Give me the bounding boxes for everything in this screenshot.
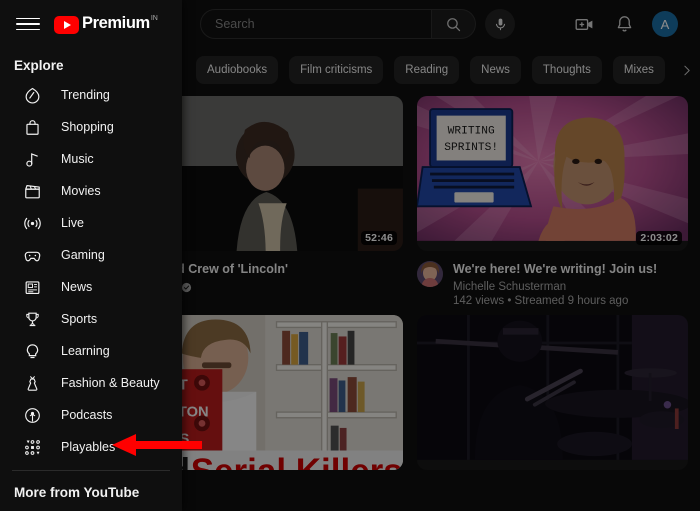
sidebar-item-fashion-and-beauty[interactable]: Fashion & Beauty <box>6 367 176 399</box>
learning-bulb-icon <box>20 339 44 363</box>
sidebar-item-trending[interactable]: Trending <box>6 79 176 111</box>
sidebar-item-label: Shopping <box>61 120 114 134</box>
sidebar-item-gaming[interactable]: Gaming <box>6 239 176 271</box>
explore-section-title: Explore <box>14 58 64 73</box>
sidebar-item-label: Learning <box>61 344 110 358</box>
sidebar-item-shopping[interactable]: Shopping <box>6 111 176 143</box>
youtube-play-icon <box>54 16 79 34</box>
brand-name: Premium <box>82 14 150 33</box>
sidebar-item-music[interactable]: Music <box>6 143 176 175</box>
hamburger-menu-icon[interactable] <box>16 12 40 36</box>
sidebar-item-podcasts[interactable]: Podcasts <box>6 399 176 431</box>
sidebar-item-label: Podcasts <box>61 408 113 422</box>
sidebar-item-label: Movies <box>61 184 101 198</box>
youtube-premium-logo[interactable]: Premium IN <box>54 14 158 34</box>
movie-clapper-icon <box>20 179 44 203</box>
sidebar-item-sports[interactable]: Sports <box>6 303 176 335</box>
sidebar-item-label: Live <box>61 216 84 230</box>
sidebar-item-learning[interactable]: Learning <box>6 335 176 367</box>
more-from-youtube-title: More from YouTube <box>14 485 140 500</box>
news-paper-icon <box>20 275 44 299</box>
country-code: IN <box>150 15 158 23</box>
sidebar-item-movies[interactable]: Movies <box>6 175 176 207</box>
sidebar-item-label: Music <box>61 152 94 166</box>
sidebar-item-label: Fashion & Beauty <box>61 376 160 390</box>
gaming-controller-icon <box>20 243 44 267</box>
shopping-bag-icon <box>20 115 44 139</box>
youtube-app-window: A Audiobooks Film criticisms Reading New… <box>0 0 700 511</box>
sidebar-item-playables[interactable]: Playables <box>6 431 176 463</box>
navigation-drawer: Premium IN Explore Trending Shopping Mus… <box>0 0 182 511</box>
sidebar-item-label: Sports <box>61 312 98 326</box>
trending-flame-icon <box>20 83 44 107</box>
sidebar-item-label: Playables <box>61 440 116 454</box>
sidebar-item-label: Trending <box>61 88 110 102</box>
live-broadcast-icon <box>20 211 44 235</box>
podcast-mic-icon <box>20 403 44 427</box>
sidebar-item-label: News <box>61 280 93 294</box>
sidebar-item-live[interactable]: Live <box>6 207 176 239</box>
fashion-dress-icon <box>20 371 44 395</box>
music-note-icon <box>20 147 44 171</box>
sports-trophy-icon <box>20 307 44 331</box>
drawer-header: Premium IN <box>0 0 182 48</box>
sidebar-item-news[interactable]: News <box>6 271 176 303</box>
sidebar-item-label: Gaming <box>61 248 105 262</box>
playables-grid-icon <box>20 435 44 459</box>
